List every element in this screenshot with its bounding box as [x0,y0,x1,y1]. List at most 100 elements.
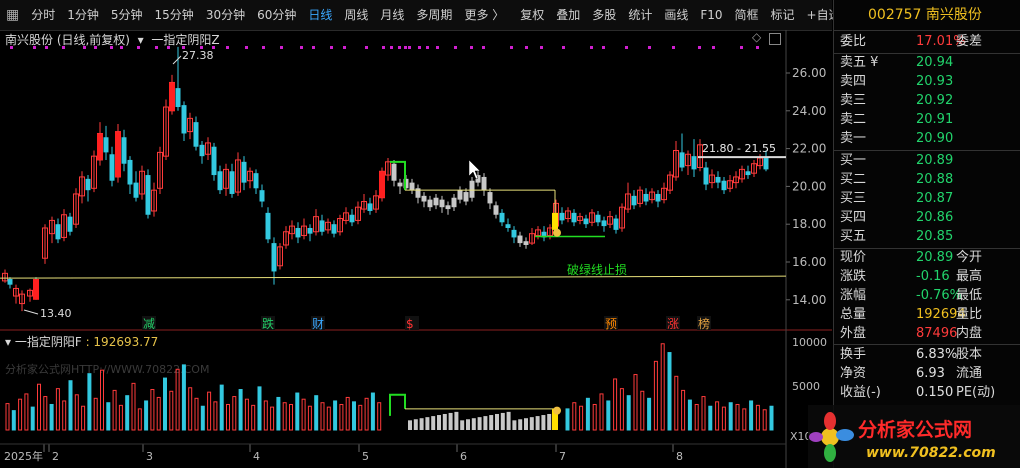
volume-bar [93,397,98,431]
draw-line-button[interactable]: 画线 [658,0,694,30]
tab-daily[interactable]: 日线 [302,0,338,30]
tab-15min[interactable]: 15分钟 [149,0,200,30]
candle-emphasis [33,279,39,300]
marker-dot [390,46,393,49]
volume-bar [24,393,29,431]
volume-bar [541,415,546,430]
sell-row[interactable]: 卖一 20.90 [834,129,1020,148]
volume-bar [87,373,92,431]
price-tick-label: 22.00 [792,142,826,156]
candle-body [229,171,235,194]
sell-row[interactable]: 卖四 20.93 [834,72,1020,91]
stat-value: 6.83% [916,347,958,362]
diamond-icon[interactable]: ◇ [752,30,761,45]
tab-fenshi[interactable]: 分时 [25,0,61,30]
volume-bar [295,392,300,431]
low-price-pointer [23,309,39,315]
volume-bar [529,417,534,430]
volume-bar [524,418,528,430]
tab-60min[interactable]: 60分钟 [251,0,302,30]
statistics-button[interactable]: 统计 [622,0,658,30]
volume-bar [282,402,287,431]
buy-row[interactable]: 买一 20.89 [834,151,1020,170]
tab-multi-period[interactable]: 多周期 [410,0,458,30]
more-button[interactable]: 更多 〉 [458,0,510,30]
volume-bar [106,402,111,431]
tab-monthly[interactable]: 月线 [374,0,410,30]
volume-bar [131,382,136,431]
event-marker[interactable]: 财 [312,317,324,331]
f10-button[interactable]: F10 [694,0,728,30]
tab-5min[interactable]: 5分钟 [105,0,149,30]
marker-dot [365,46,368,49]
sell-label: 卖二 [840,112,867,127]
candle-body [439,199,445,208]
event-marker[interactable]: 跌 [262,316,274,331]
buy-row[interactable]: 买二 20.88 [834,170,1020,189]
sell-row[interactable]: 卖二 20.91 [834,110,1020,129]
event-marker[interactable]: 榜 [698,316,710,331]
simple-frame-button[interactable]: 简框 [729,0,765,30]
candle-body [511,229,517,238]
event-marker[interactable]: 减 [143,317,155,331]
candle-body [175,88,181,108]
tab-30min[interactable]: 30分钟 [200,0,251,30]
mark-button[interactable]: 标记 [765,0,801,30]
volume-bar [694,403,699,431]
grid-icon[interactable]: ▦ [0,0,25,30]
volume-bar [150,389,155,431]
candle-body [679,152,685,168]
overlay-button[interactable]: 叠加 [550,0,586,30]
event-marker[interactable]: 涨 [667,316,679,331]
volume-bar [194,397,199,431]
candle-body [145,175,151,215]
dropdown-icon[interactable]: ▾ [134,33,148,47]
indicator-name[interactable]: 一指定阴阳Z [151,33,219,47]
volume-bar [137,408,142,431]
volume-bar [613,378,618,431]
volume-indicator-name[interactable]: 一指定阴阳F [15,335,82,349]
sell-row[interactable]: 卖五 ¥ 20.94 [834,53,1020,72]
buy-row[interactable]: 买五 20.85 [834,227,1020,246]
stock-code-name[interactable]: 002757 南兴股份 [834,0,1020,31]
multi-stock-button[interactable]: 多股 [586,0,622,30]
restore-rights-button[interactable]: 复权 [514,0,550,30]
candle-body [655,193,661,202]
volume-bars: 100005000X10分析家公式网HTTP://WWW.70822.COM20… [0,336,827,463]
marker-dot [510,46,513,49]
kline-chart[interactable]: 100005000X10分析家公式网HTTP://WWW.70822.COM20… [0,30,832,468]
tab-weekly[interactable]: 周线 [338,0,374,30]
volume-bar [345,396,350,431]
volume-bar [483,416,488,430]
candle-body [613,218,619,230]
candle-body [55,224,61,240]
volume-bar [599,393,604,431]
tab-1min[interactable]: 1分钟 [61,0,105,30]
sell-row[interactable]: 卖三 20.92 [834,91,1020,110]
marker-dot [398,46,401,49]
marker-dot [525,46,528,49]
logo-url: www.70822.com [866,445,996,461]
candle-body [241,161,247,183]
volume-bar [466,419,470,430]
volume-bar [489,415,494,430]
volume-bar [118,404,123,431]
volume-bar [301,398,306,431]
dropdown-icon-2[interactable]: ▾ [5,335,15,349]
volume-bar [735,403,740,431]
volume-bar [219,384,224,431]
event-marker[interactable]: 预 [605,317,617,331]
stat-label: 收益(-) [840,385,881,400]
maximize-icon[interactable] [769,33,782,45]
marker-dot [672,46,675,49]
candle-body [397,182,403,187]
volume-bar [37,383,41,431]
event-marker[interactable]: $ [406,317,414,331]
stat-label-2: 最高 [956,269,983,284]
candle-emphasis [115,131,121,177]
marker-dot [712,46,715,49]
buy-row[interactable]: 买四 20.86 [834,208,1020,227]
volume-tick-label: 10000 [792,336,827,349]
buy-row[interactable]: 买三 20.87 [834,189,1020,208]
volume-bar [358,404,363,431]
